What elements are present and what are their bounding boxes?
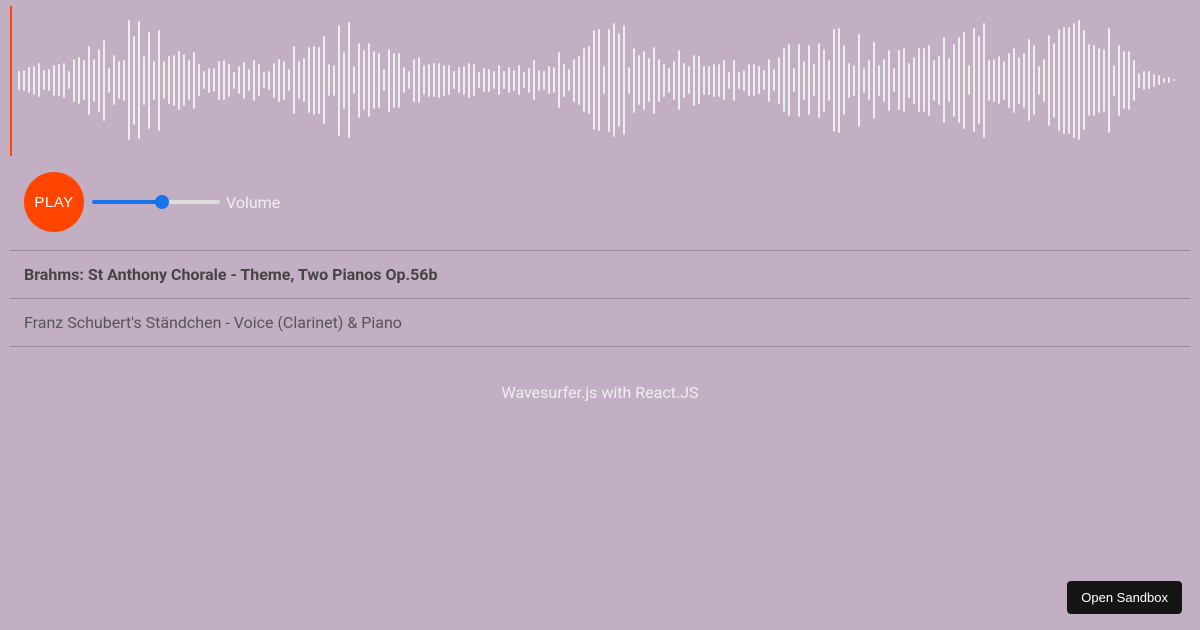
track-list: Brahms: St Anthony Chorale - Theme, Two …	[0, 250, 1200, 347]
open-sandbox-button[interactable]: Open Sandbox	[1067, 581, 1182, 614]
track-item[interactable]: Brahms: St Anthony Chorale - Theme, Two …	[10, 250, 1190, 298]
playback-cursor	[10, 6, 12, 156]
waveform[interactable]	[18, 0, 1182, 160]
waveform-area[interactable]	[0, 0, 1200, 160]
footer-text: Wavesurfer.js with React.JS	[0, 383, 1200, 402]
volume-control: Volume	[92, 193, 280, 212]
volume-label: Volume	[226, 193, 280, 212]
volume-slider[interactable]	[92, 200, 220, 204]
track-item[interactable]: Franz Schubert's Ständchen - Voice (Clar…	[10, 298, 1190, 347]
controls-bar: PLAY Volume	[0, 160, 1200, 250]
play-button[interactable]: PLAY	[24, 172, 84, 232]
